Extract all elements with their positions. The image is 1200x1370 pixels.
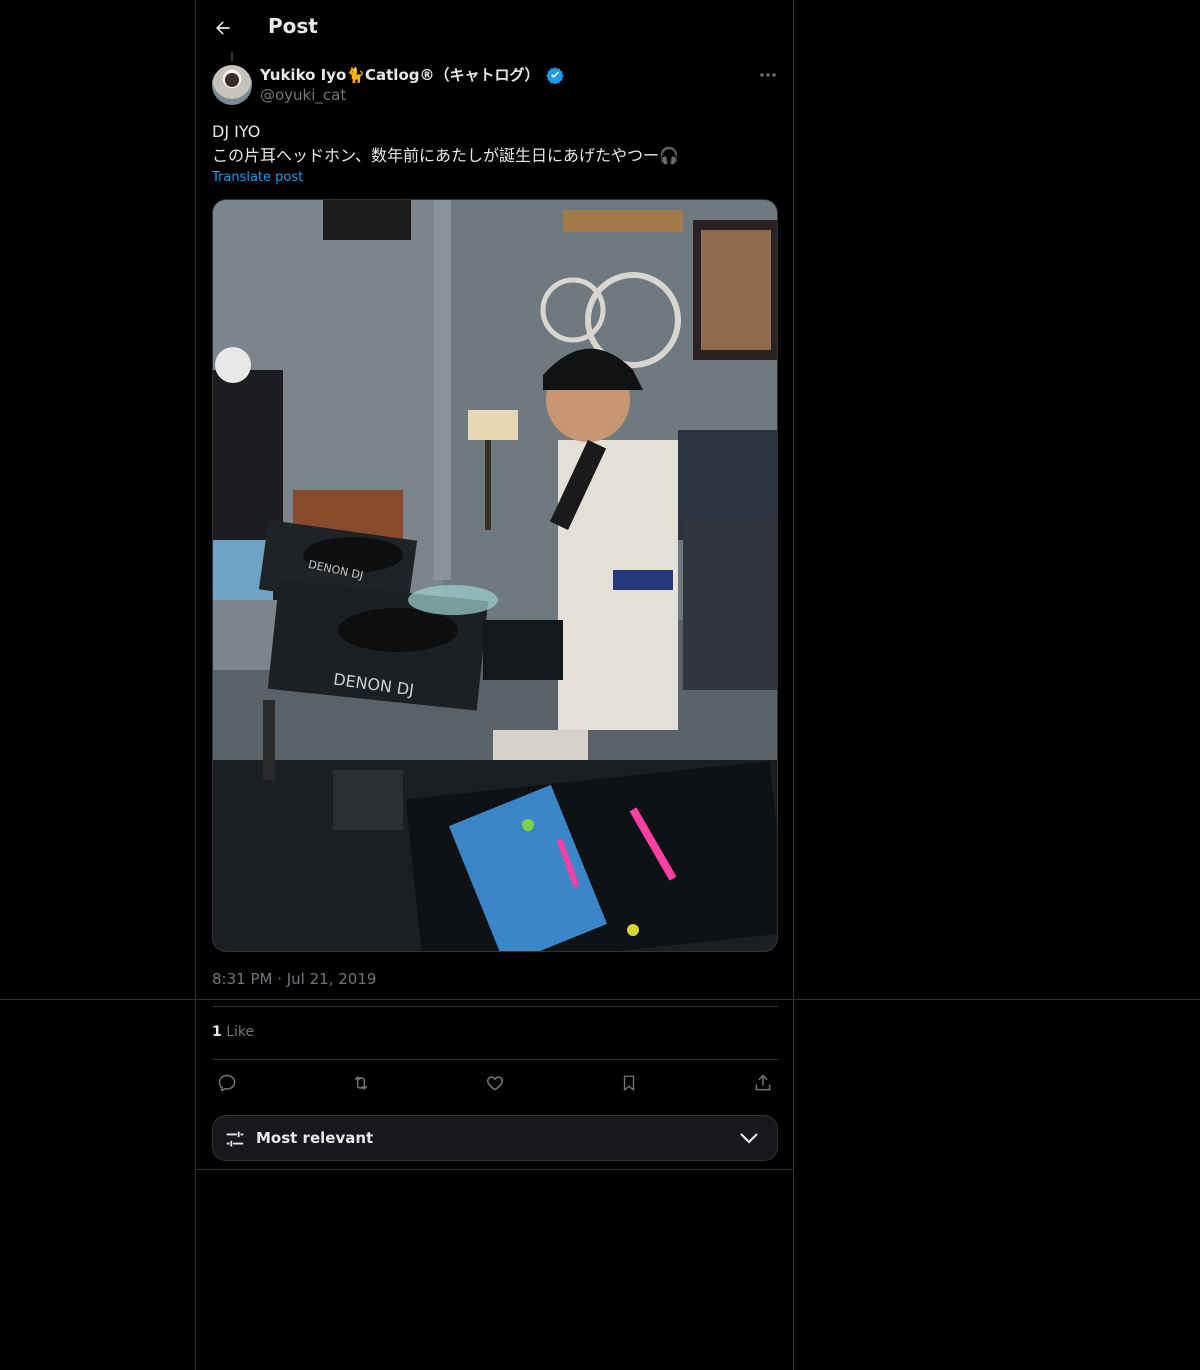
author-display-name: Yukiko Iyo🐈Catlog®（キャトログ）: [260, 66, 540, 84]
share-button[interactable]: [750, 1070, 776, 1096]
dj-photo-image: DENON DJ DENON DJ: [213, 200, 777, 951]
like-button[interactable]: [482, 1070, 508, 1096]
author-name[interactable]: Yukiko Iyo🐈Catlog®（キャトログ）: [260, 64, 564, 85]
author-handle[interactable]: @oyuki_cat: [260, 86, 346, 104]
bookmark-icon: [623, 1075, 635, 1092]
sort-replies-dropdown[interactable]: Most relevant: [212, 1115, 778, 1161]
post-timestamp[interactable]: 8:31 PM · Jul 21, 2019: [212, 970, 376, 988]
divider-stats-top: [212, 1006, 778, 1007]
back-button[interactable]: [210, 15, 236, 41]
repost-button[interactable]: [348, 1070, 374, 1096]
repost-icon: [354, 1076, 368, 1090]
chevron-down-icon: [740, 1133, 758, 1144]
post-photo[interactable]: DENON DJ DENON DJ: [212, 199, 778, 952]
translate-link[interactable]: Translate post: [212, 170, 303, 185]
more-options-button[interactable]: [756, 64, 780, 86]
divider-full: [0, 999, 1200, 1000]
more-dots-icon: [760, 73, 776, 77]
reply-button[interactable]: [214, 1070, 240, 1096]
like-icon: [487, 1076, 503, 1091]
post-text: DJ IYO この片耳ヘッドホン、数年前にあたしが誕生日にあげたやつー🎧: [212, 122, 679, 165]
sort-label: Most relevant: [256, 1129, 374, 1147]
likes-number: 1: [212, 1024, 222, 1040]
action-bar: [212, 1070, 778, 1096]
verified-badge-icon: [545, 66, 564, 84]
bookmark-button[interactable]: [616, 1070, 642, 1096]
page-title: Post: [268, 14, 318, 38]
page-header: [210, 10, 236, 46]
likes-count[interactable]: 1 Like: [212, 1024, 254, 1040]
share-icon: [755, 1074, 771, 1091]
divider-stats-bottom: [212, 1059, 778, 1060]
arrow-left-icon: [216, 21, 230, 35]
thread-line: [231, 52, 233, 62]
reply-icon: [218, 1074, 236, 1092]
likes-label: Like: [226, 1024, 255, 1040]
divider-replies: [195, 1169, 794, 1170]
avatar[interactable]: [212, 65, 252, 105]
sliders-icon: [226, 1131, 244, 1147]
